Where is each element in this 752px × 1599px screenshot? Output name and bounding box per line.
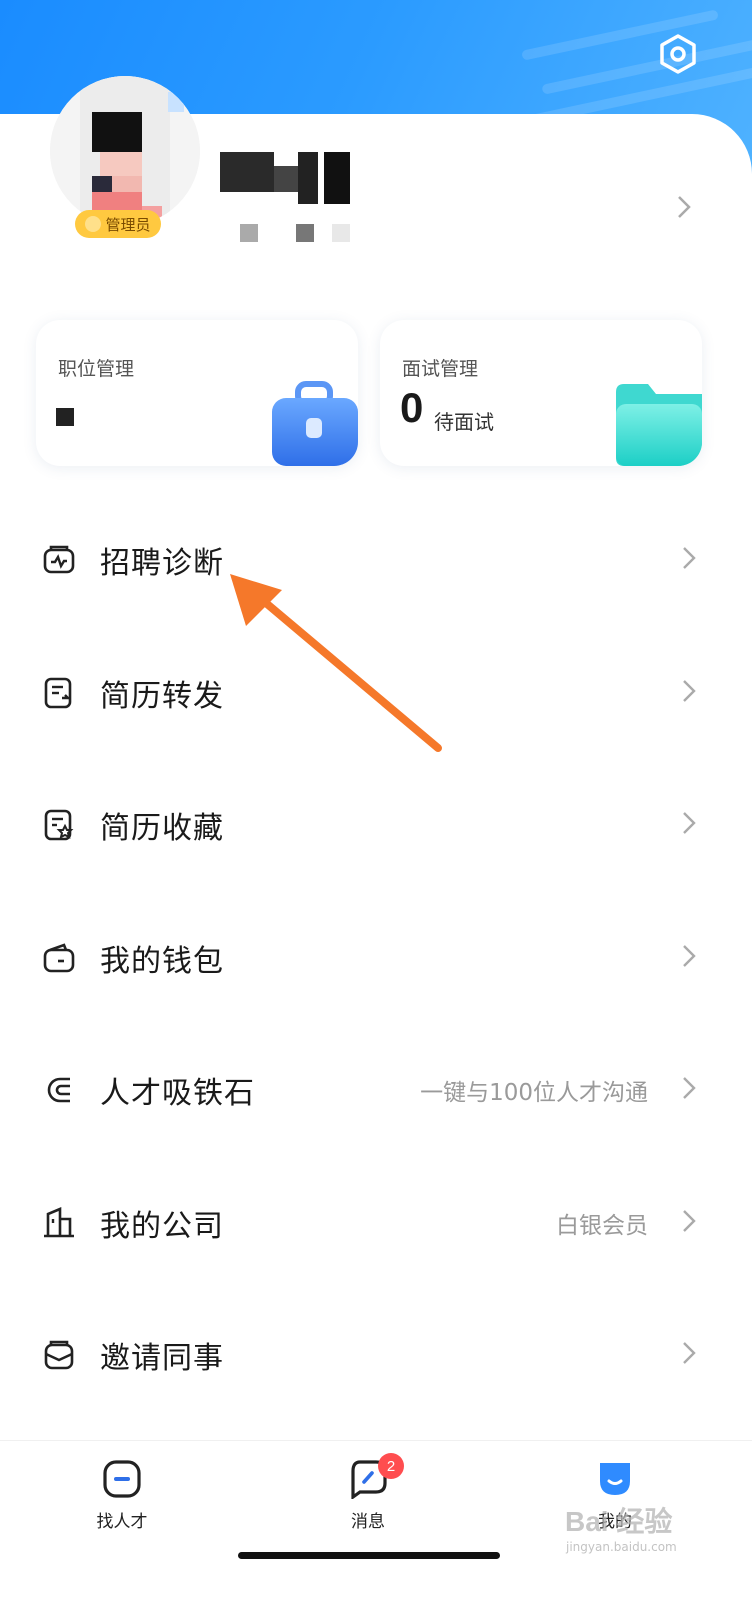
job-count-redacted bbox=[56, 408, 74, 426]
chevron-right-icon bbox=[682, 944, 696, 972]
nav-label: 消息 bbox=[351, 1512, 385, 1532]
interview-count: 0 bbox=[400, 384, 424, 431]
menu-item-extra-text: 一键与100位人才沟通 bbox=[420, 1080, 648, 1107]
invite-icon bbox=[42, 1338, 76, 1372]
menu-item-label: 简历收藏 bbox=[100, 811, 224, 847]
company-icon bbox=[42, 1206, 76, 1240]
profile-name-redacted[interactable] bbox=[220, 148, 360, 248]
nav-messages[interactable]: 2 消息 bbox=[318, 1453, 418, 1532]
watermark: Bai 经验 bbox=[565, 1506, 673, 1537]
find-talent-icon bbox=[103, 1460, 141, 1498]
job-management-title: 职位管理 bbox=[58, 358, 135, 380]
menu-item-label: 邀请同事 bbox=[100, 1341, 224, 1377]
menu-item-wallet[interactable]: 我的钱包 bbox=[0, 892, 752, 1025]
menu-item-extra-text: 白银会员 bbox=[556, 1212, 648, 1239]
nav-label: 找人才 bbox=[96, 1512, 148, 1532]
menu-item-invite-colleagues[interactable]: 邀请同事 bbox=[0, 1289, 752, 1422]
chevron-right-icon bbox=[682, 1341, 696, 1369]
avatar[interactable] bbox=[50, 76, 200, 226]
chevron-right-icon bbox=[682, 1209, 696, 1237]
chevron-right-icon bbox=[682, 546, 696, 574]
me-icon bbox=[600, 1463, 630, 1495]
menu-item-label: 我的钱包 bbox=[100, 943, 224, 979]
interview-management-card[interactable]: 面试管理 0 待面试 bbox=[380, 320, 702, 466]
briefcase-icon bbox=[272, 381, 358, 466]
watermark-url: jingyan.baidu.com bbox=[566, 1540, 677, 1554]
menu-item-label: 我的公司 bbox=[100, 1208, 224, 1244]
chevron-right-icon bbox=[682, 1076, 696, 1104]
menu-item-my-company[interactable]: 我的公司 白银会员 bbox=[0, 1157, 752, 1290]
resume-forward-icon bbox=[42, 676, 76, 710]
nav-find-talent[interactable]: 找人才 bbox=[72, 1459, 172, 1532]
diagnosis-icon bbox=[42, 543, 76, 577]
badge-crown-icon bbox=[85, 216, 102, 232]
chevron-right-icon bbox=[682, 679, 696, 707]
menu-item-label: 招聘诊断 bbox=[100, 546, 224, 582]
menu-item-talent-magnet[interactable]: 人才吸铁石 一键与100位人才沟通 bbox=[0, 1024, 752, 1157]
admin-badge-label: 管理员 bbox=[105, 215, 151, 234]
menu-item-label: 人才吸铁石 bbox=[100, 1076, 255, 1112]
interview-management-title: 面试管理 bbox=[402, 358, 479, 380]
annotation-arrow bbox=[230, 574, 442, 752]
message-unread-badge: 2 bbox=[378, 1453, 404, 1479]
interview-count-label: 待面试 bbox=[434, 410, 494, 434]
chevron-right-icon bbox=[682, 811, 696, 839]
job-management-card[interactable]: 职位管理 bbox=[36, 320, 358, 466]
magnet-icon bbox=[42, 1073, 76, 1107]
admin-badge: 管理员 bbox=[75, 210, 161, 238]
menu-item-label: 简历转发 bbox=[100, 678, 224, 714]
home-indicator[interactable] bbox=[238, 1552, 500, 1559]
folder-icon bbox=[616, 384, 702, 466]
settings-button[interactable] bbox=[658, 34, 698, 74]
hexagon-settings-icon bbox=[660, 34, 696, 74]
resume-star-icon bbox=[42, 808, 76, 842]
menu-item-resume-favorites[interactable]: 简历收藏 bbox=[0, 759, 752, 892]
wallet-icon bbox=[42, 941, 76, 975]
profile-chevron-icon[interactable] bbox=[676, 194, 692, 224]
